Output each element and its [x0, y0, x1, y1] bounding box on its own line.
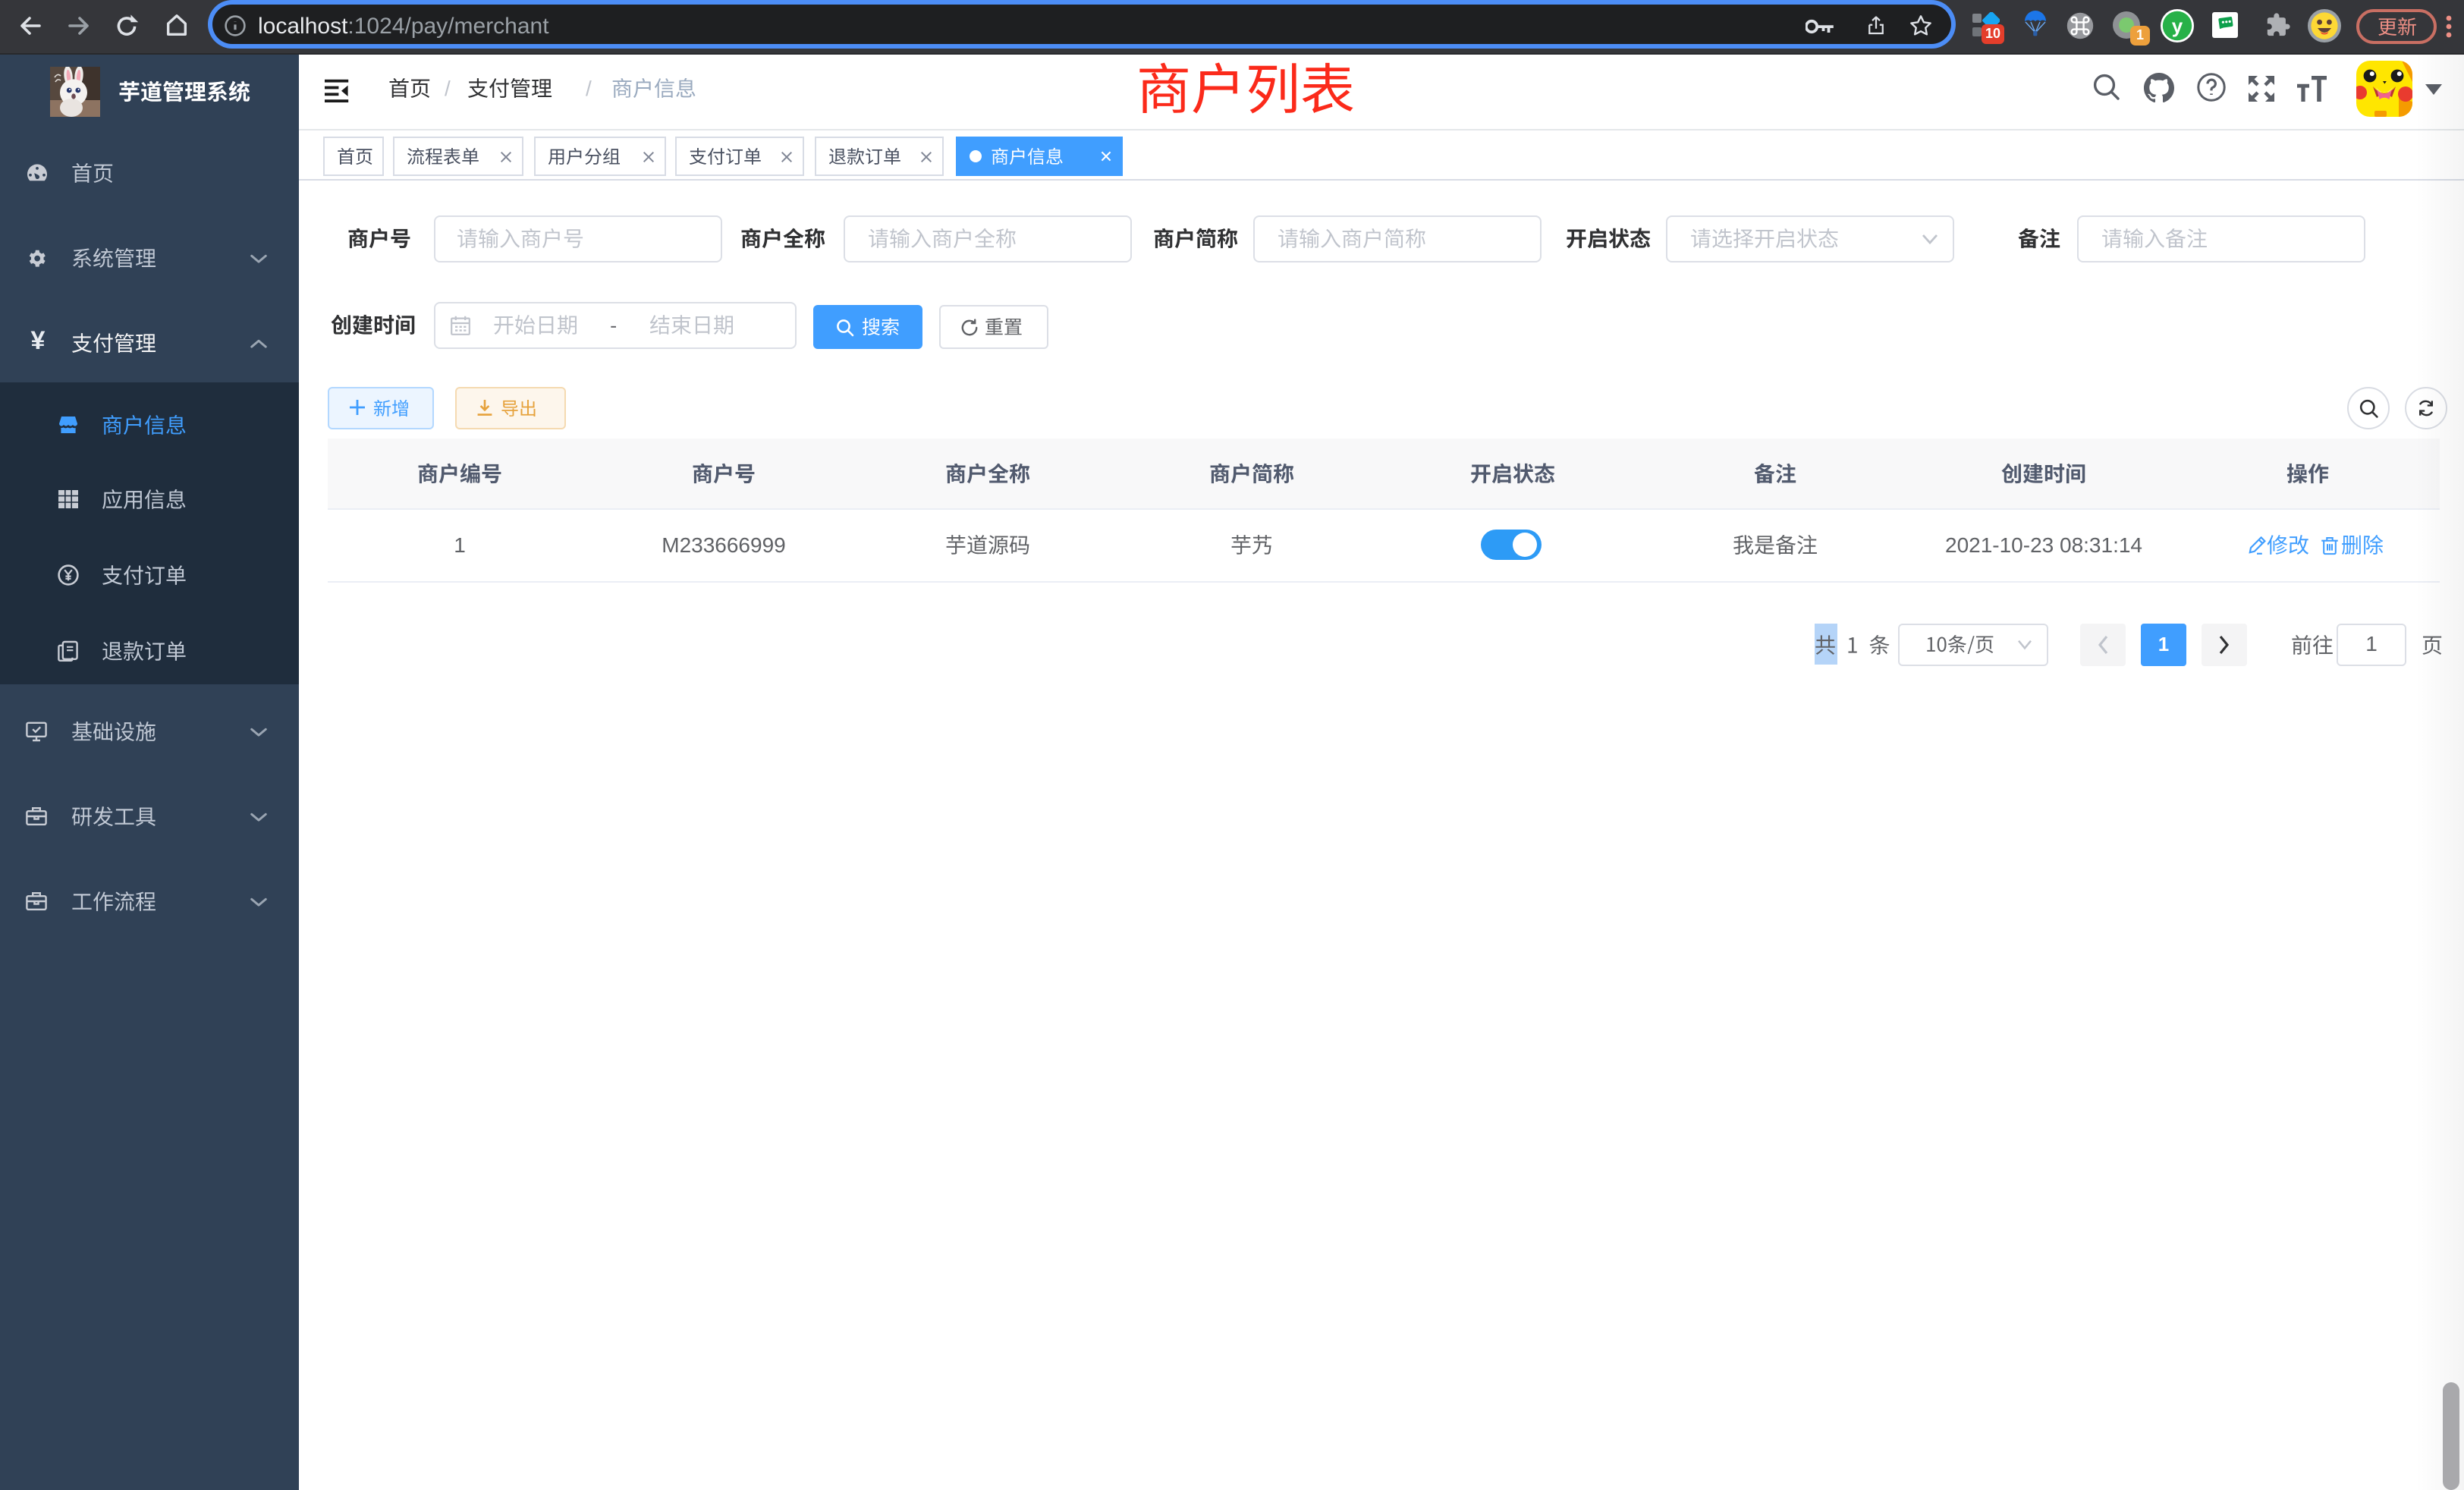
svg-text:y: y: [2172, 14, 2183, 37]
